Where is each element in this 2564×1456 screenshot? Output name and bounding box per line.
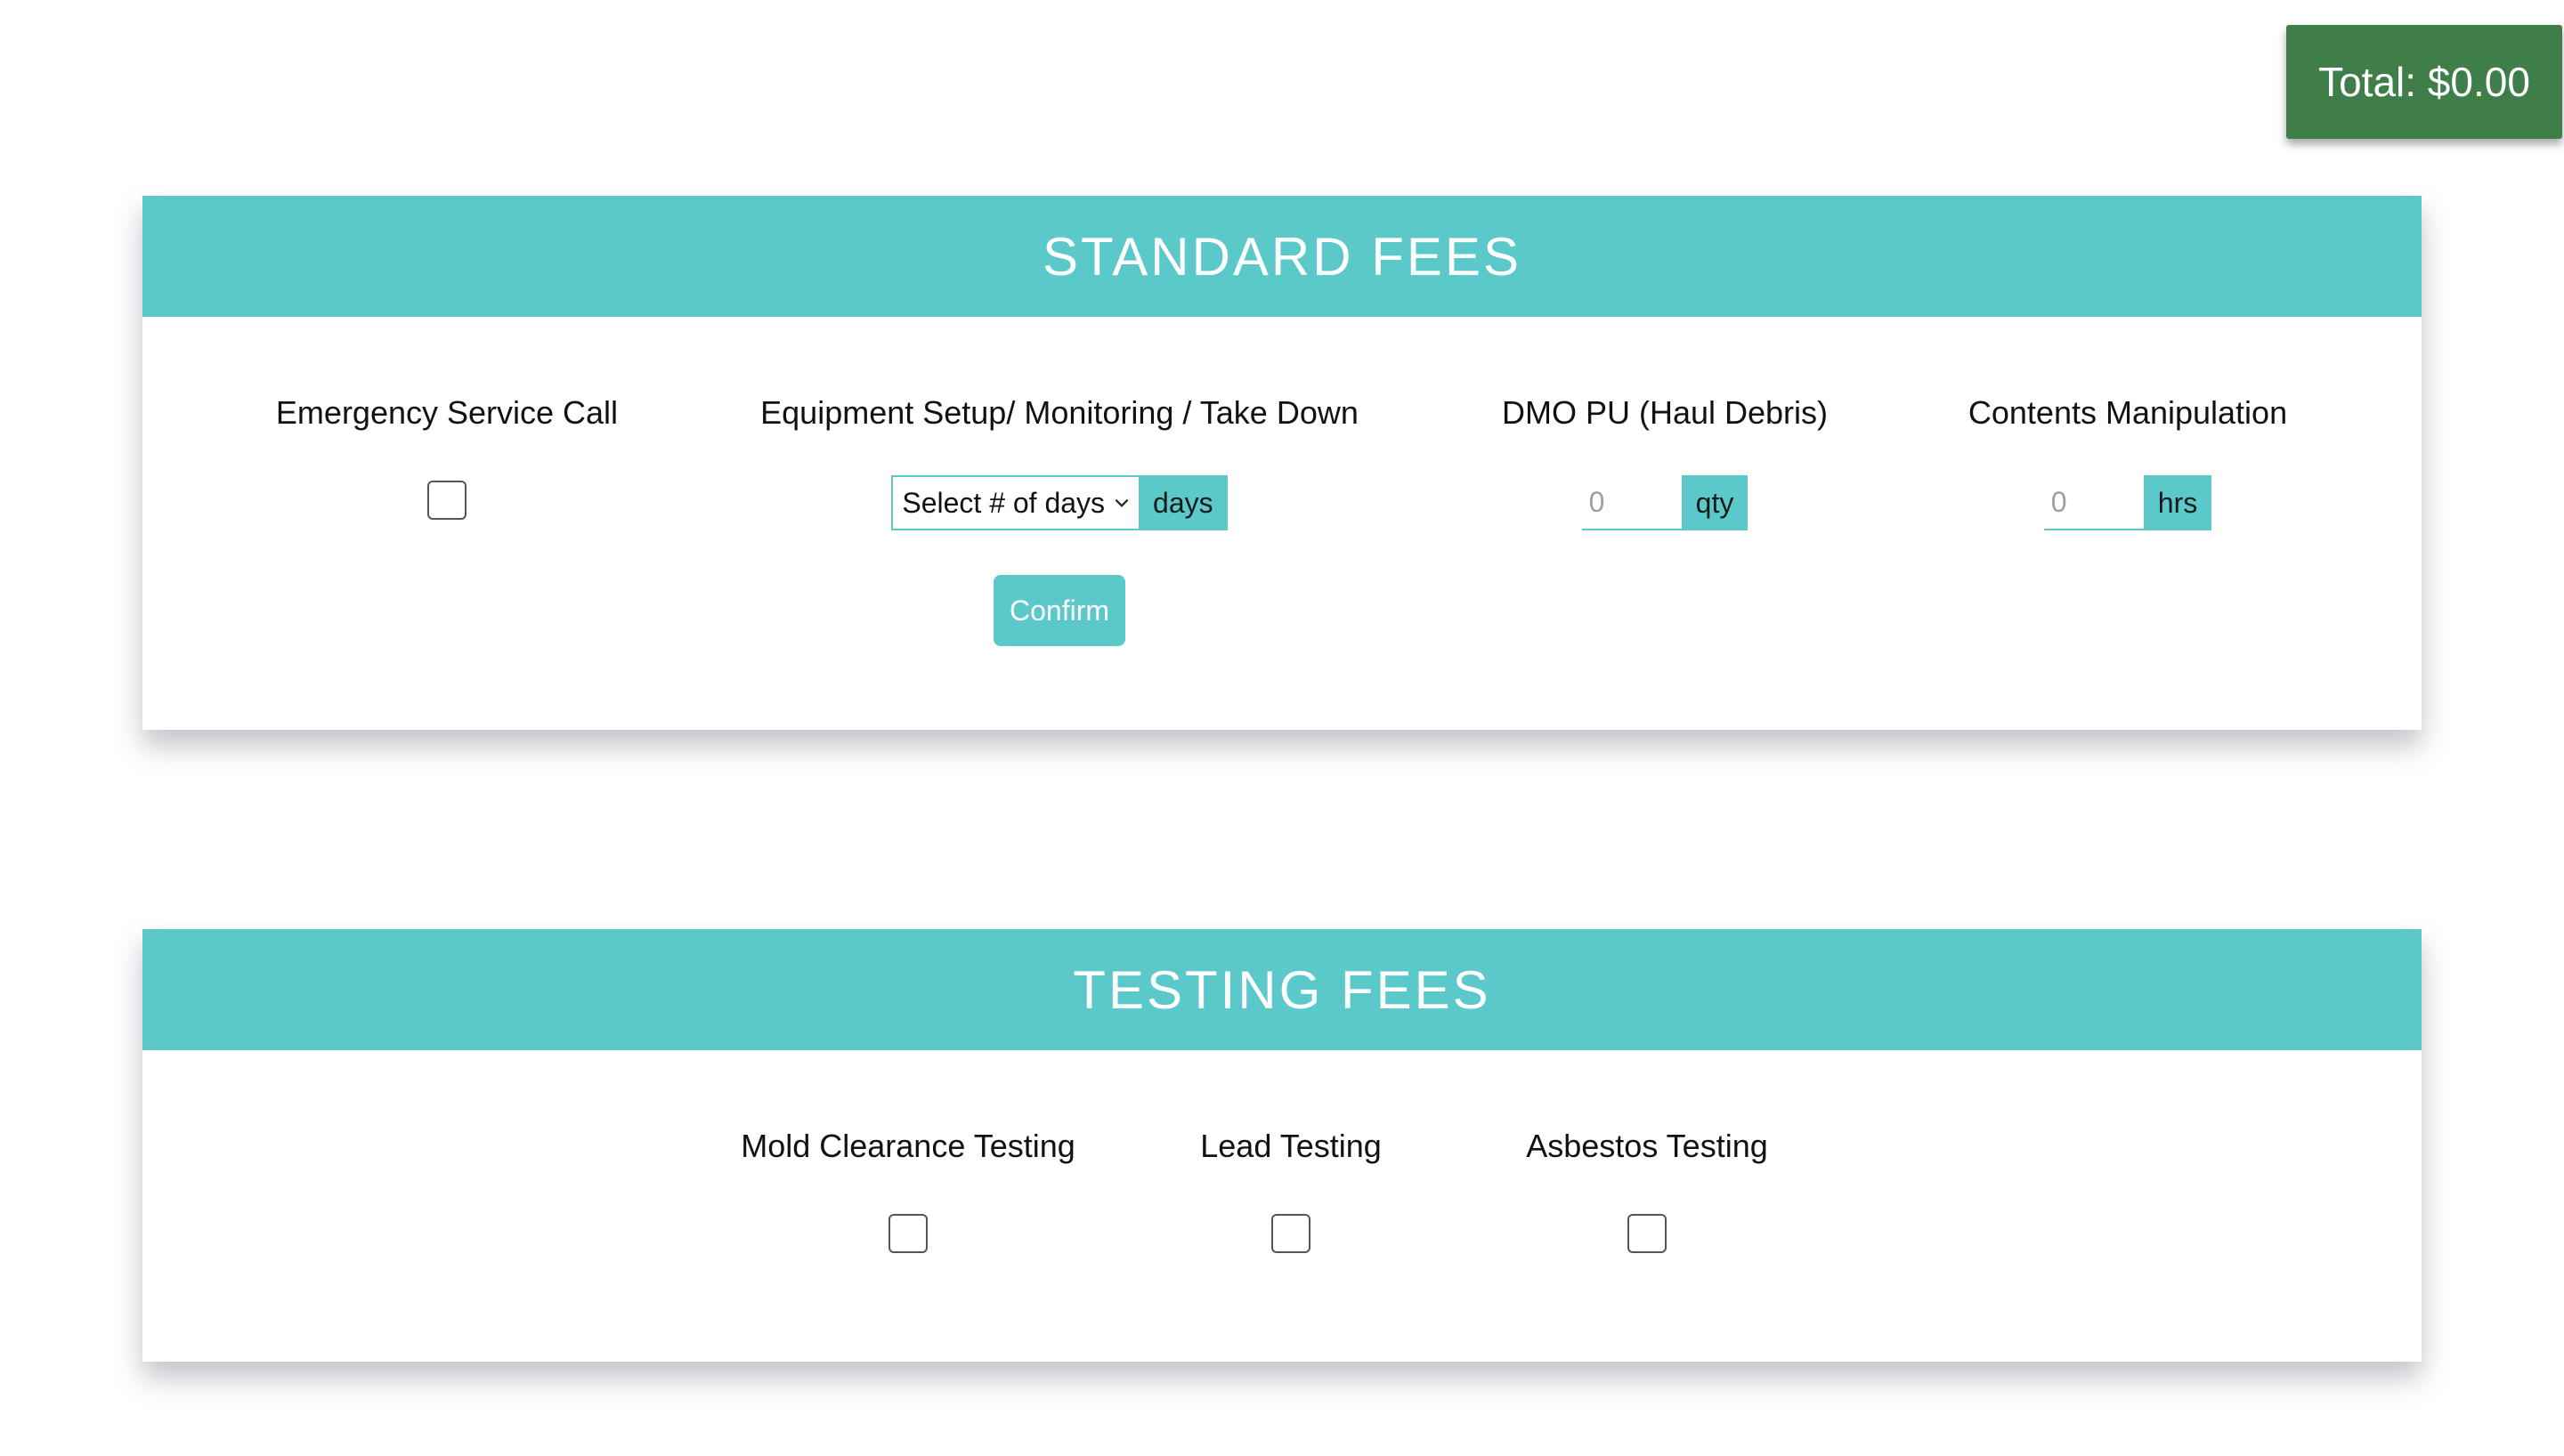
dmo-pu-unit: qty	[1681, 475, 1749, 530]
mold-clearance-testing-checkbox[interactable]	[888, 1214, 928, 1253]
contents-manipulation-field: Contents Manipulation 0 hrs	[1950, 397, 2306, 530]
contents-manipulation-unit-text: hrs	[2157, 486, 2198, 519]
mold-clearance-testing-field: Mold Clearance Testing	[730, 1130, 1086, 1253]
contents-manipulation-group: 0 hrs	[2043, 475, 2212, 530]
testing-fees-card: TESTING FEES Mold Clearance Testing Lead…	[142, 929, 2422, 1362]
testing-fees-header: TESTING FEES	[142, 929, 2422, 1050]
emergency-service-call-field: Emergency Service Call	[264, 397, 630, 520]
contents-manipulation-hrs-placeholder: 0	[2050, 485, 2067, 518]
dmo-pu-label: DMO PU (Haul Debris)	[1501, 394, 1829, 431]
emergency-service-call-label: Emergency Service Call	[275, 394, 619, 431]
asbestos-testing-label: Asbestos Testing	[1526, 1128, 1768, 1164]
mold-clearance-testing-label: Mold Clearance Testing	[741, 1128, 1075, 1164]
standard-fees-header: STANDARD FEES	[142, 196, 2422, 317]
contents-manipulation-label: Contents Manipulation	[1968, 394, 2288, 431]
confirm-button[interactable]: Confirm	[994, 575, 1125, 646]
equipment-days-unit: days	[1139, 475, 1228, 530]
standard-fees-card: STANDARD FEES Emergency Service Call Equ…	[142, 196, 2422, 730]
equipment-days-group: Select # of days days	[891, 475, 1228, 530]
testing-fees-title: TESTING FEES	[1073, 959, 1491, 1020]
lead-testing-checkbox[interactable]	[1271, 1214, 1310, 1253]
equipment-days-select-value: Select # of days	[902, 486, 1106, 519]
confirm-button-label: Confirm	[1009, 594, 1109, 627]
asbestos-testing-checkbox[interactable]	[1627, 1214, 1667, 1253]
lead-testing-field: Lead Testing	[1200, 1128, 1382, 1253]
total-badge: Total: $0.00	[2286, 25, 2562, 139]
dmo-pu-field: DMO PU (Haul Debris) 0 qty	[1487, 397, 1843, 530]
dmo-pu-qty-placeholder: 0	[1588, 485, 1605, 518]
dmo-pu-unit-text: qty	[1695, 486, 1734, 519]
equipment-days-select[interactable]: Select # of days	[891, 475, 1140, 530]
asbestos-testing-field: Asbestos Testing	[1496, 1130, 1798, 1253]
standard-fees-title: STANDARD FEES	[1043, 226, 1521, 287]
emergency-service-call-checkbox[interactable]	[427, 481, 467, 520]
total-label: Total: $0.00	[2318, 59, 2530, 105]
lead-testing-label: Lead Testing	[1200, 1128, 1382, 1164]
contents-manipulation-hrs-input[interactable]: 0	[2043, 475, 2144, 530]
equipment-setup-label: Equipment Setup/ Monitoring / Take Down	[760, 394, 1359, 431]
equipment-setup-field: Equipment Setup/ Monitoring / Take Down …	[750, 397, 1369, 646]
dmo-pu-group: 0 qty	[1581, 475, 1749, 530]
contents-manipulation-unit: hrs	[2143, 475, 2212, 530]
chevron-down-icon	[1115, 498, 1129, 507]
dmo-pu-qty-input[interactable]: 0	[1581, 475, 1682, 530]
equipment-days-unit-text: days	[1153, 486, 1213, 519]
